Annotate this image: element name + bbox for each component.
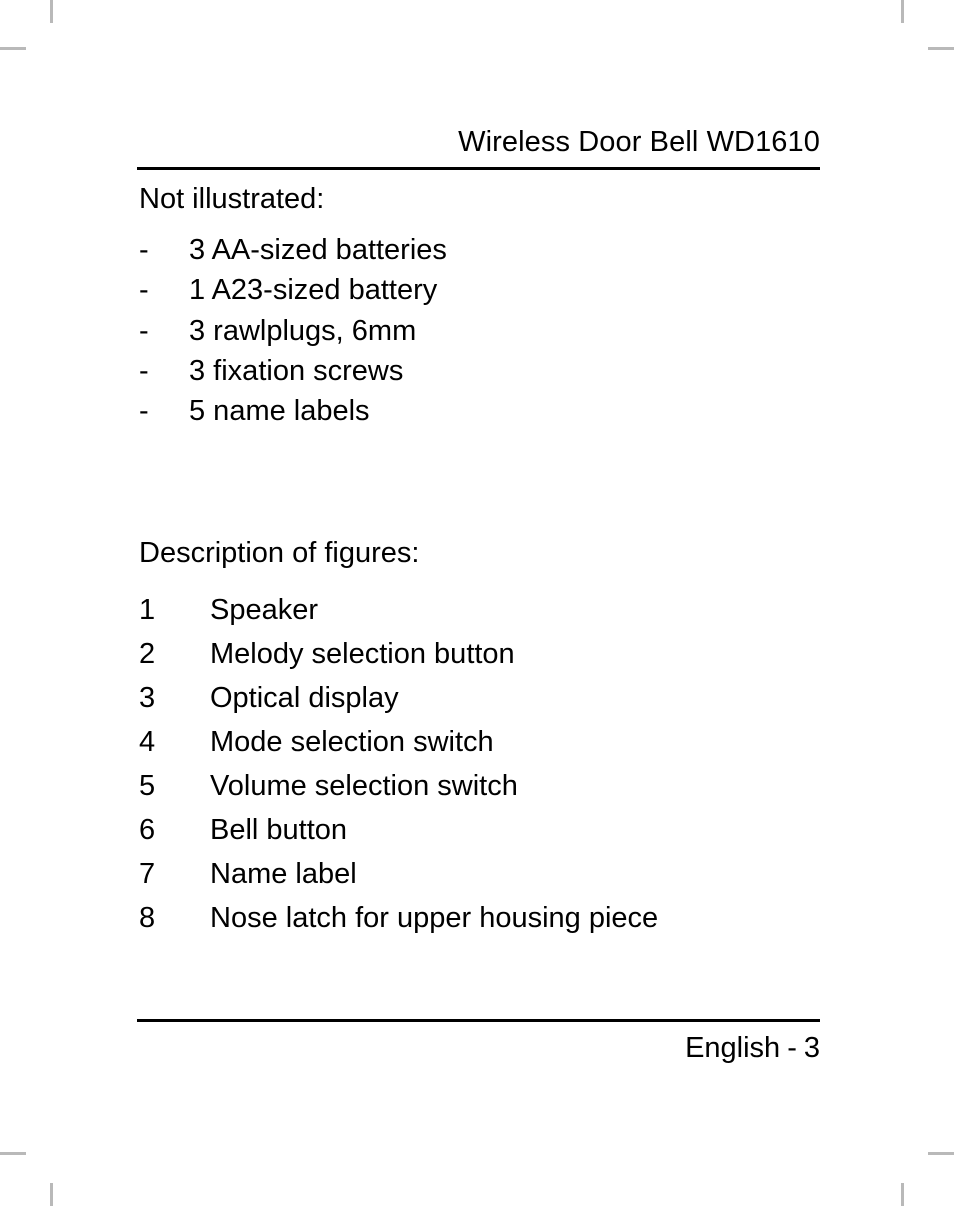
description-of-figures-heading: Description of figures: (139, 537, 420, 569)
list-item-marker: - (139, 354, 149, 387)
list-item-marker: - (139, 274, 149, 307)
list-item-label: 1 A23-sized battery (189, 274, 438, 307)
list-item-label: 3 fixation screws (189, 354, 404, 387)
list-item-number: 2 (139, 638, 156, 670)
list-item-label: Bell button (210, 814, 348, 846)
crop-mark-top-left-vertical (50, 0, 53, 23)
list-item: - 5 name labels (139, 391, 447, 431)
manual-page: Wireless Door Bell WD1610 Not illustrate… (0, 0, 954, 1206)
description-of-figures-list: 1 Speaker 2 Melody selection button 3 Op… (139, 588, 658, 940)
crop-mark-bottom-right-vertical (901, 1183, 904, 1206)
list-item-number: 1 (139, 594, 156, 626)
crop-mark-top-right-vertical (901, 0, 904, 23)
list-item: 5 Volume selection switch (139, 764, 658, 808)
list-item: 4 Mode selection switch (139, 720, 658, 764)
list-item-label: Name label (210, 858, 357, 890)
list-item: - 3 fixation screws (139, 351, 447, 391)
list-item-marker: - (139, 314, 149, 347)
header-rule (137, 167, 820, 170)
list-item-number: 5 (139, 770, 156, 802)
list-item: 3 Optical display (139, 676, 658, 720)
crop-mark-top-left-horizontal (0, 47, 26, 50)
crop-mark-bottom-left-horizontal (0, 1152, 26, 1155)
list-item: 2 Melody selection button (139, 632, 658, 676)
list-item-label: Melody selection button (210, 638, 515, 670)
crop-mark-bottom-left-vertical (50, 1183, 53, 1206)
footer-page-number: 3 (803, 1032, 820, 1064)
list-item-label: Volume selection switch (210, 770, 518, 802)
list-item-label: Nose latch for upper housing piece (210, 902, 659, 934)
list-item-label: Mode selection switch (210, 726, 494, 758)
list-item-number: 3 (139, 682, 156, 714)
list-item: 6 Bell button (139, 808, 658, 852)
list-item: 7 Name label (139, 852, 658, 896)
not-illustrated-heading: Not illustrated: (139, 183, 325, 215)
footer-separator: - (787, 1032, 797, 1064)
list-item-marker: - (139, 395, 149, 428)
list-item-label: 3 AA-sized batteries (189, 234, 447, 266)
footer-rule (137, 1019, 820, 1022)
page-header-title: Wireless Door Bell WD1610 (458, 126, 820, 158)
crop-mark-top-right-horizontal (928, 47, 954, 50)
list-item-number: 4 (139, 726, 156, 758)
footer-language: English (685, 1032, 781, 1064)
list-item-number: 7 (139, 858, 156, 890)
list-item-label: Optical display (210, 682, 399, 714)
list-item-marker: - (139, 234, 149, 266)
page-footer: English -3 (137, 1029, 820, 1067)
list-item: 8 Nose latch for upper housing piece (139, 896, 658, 940)
list-item: - 1 A23-sized battery (139, 270, 447, 310)
list-item-label: 5 name labels (189, 395, 370, 428)
list-item-number: 8 (139, 902, 156, 934)
not-illustrated-list: - 3 AA-sized batteries - 1 A23-sized bat… (139, 230, 447, 431)
list-item-number: 6 (139, 814, 156, 846)
list-item-label: Speaker (210, 594, 319, 626)
list-item: - 3 rawlplugs, 6mm (139, 311, 447, 351)
crop-mark-bottom-right-horizontal (928, 1152, 954, 1155)
list-item: - 3 AA-sized batteries (139, 230, 447, 270)
list-item-label: 3 rawlplugs, 6mm (189, 314, 417, 347)
list-item: 1 Speaker (139, 588, 658, 632)
